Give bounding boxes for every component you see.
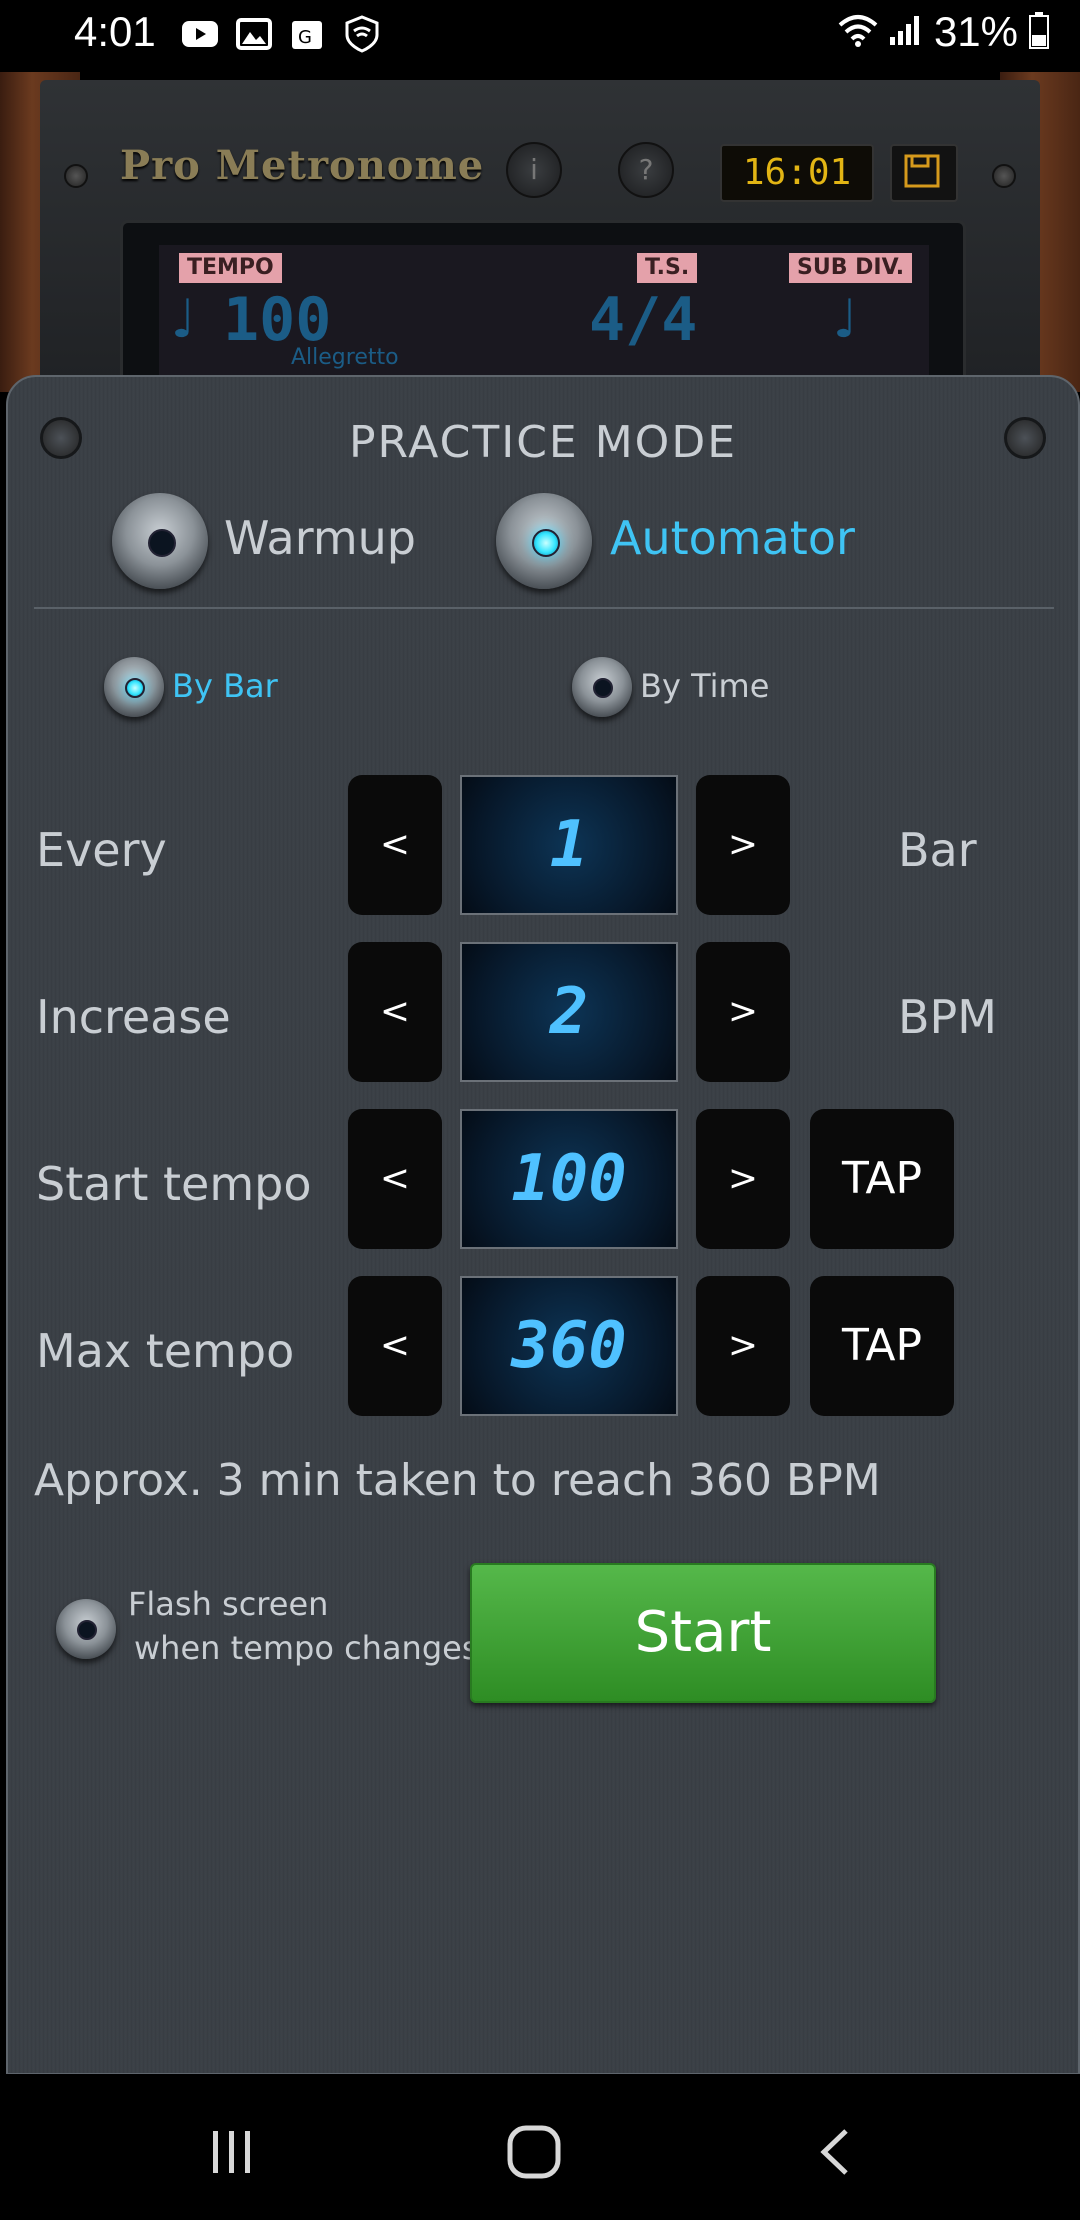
app-brand-logo: Pro Metronome [120, 142, 485, 189]
status-time: 4:01 [74, 8, 156, 55]
every-label: Every [36, 823, 167, 877]
increase-decrease-button[interactable]: < [348, 942, 442, 1082]
start-tempo-decrease-button[interactable]: < [348, 1109, 442, 1249]
increase-unit-label: BPM [898, 990, 997, 1044]
back-icon[interactable] [796, 2122, 876, 2182]
battery-icon [1028, 11, 1050, 53]
increase-label: Increase [36, 990, 231, 1044]
status-bar: 4:01 G 31% [0, 0, 1080, 72]
by-bar-radio-icon[interactable] [104, 657, 164, 717]
maps-icon: G [288, 14, 328, 54]
start-button[interactable]: Start [470, 1563, 936, 1703]
start-tempo-increase-button[interactable]: > [696, 1109, 790, 1249]
screw-icon [992, 164, 1016, 188]
warmup-knob-icon[interactable] [112, 493, 208, 589]
divider [34, 607, 1054, 609]
by-time-radio-icon[interactable] [572, 657, 632, 717]
save-button[interactable] [890, 144, 958, 202]
max-tempo-tap-button[interactable]: TAP [810, 1276, 954, 1416]
subdivision-tag: SUB DIV. [789, 253, 913, 283]
automator-knob-icon[interactable] [496, 493, 592, 589]
flash-screen-label[interactable]: Flash screen when tempo changes [128, 1582, 479, 1670]
youtube-icon [180, 14, 220, 54]
navigation-bar [0, 2074, 1080, 2220]
flash-screen-line1: Flash screen [128, 1585, 329, 1623]
practice-mode-title: PRACTICE MODE [348, 417, 737, 468]
approx-time-text: Approx. 3 min taken to reach 360 BPM [34, 1455, 881, 1506]
subdivision-note-icon: ♩ [827, 287, 861, 352]
every-unit-label: Bar [898, 823, 977, 877]
signal-icon [888, 13, 924, 51]
max-tempo-value-display: 360 [460, 1276, 678, 1416]
time-signature-tag: T.S. [637, 253, 698, 283]
by-time-label[interactable]: By Time [640, 667, 769, 705]
every-increase-button[interactable]: > [696, 775, 790, 915]
shield-wifi-icon [342, 14, 382, 54]
tempo-tag: TEMPO [179, 253, 282, 283]
every-value-display: 1 [460, 775, 678, 915]
max-tempo-label: Max tempo [36, 1324, 295, 1378]
max-tempo-increase-button[interactable]: > [696, 1276, 790, 1416]
increase-value-display: 2 [460, 942, 678, 1082]
start-tempo-label: Start tempo [36, 1157, 312, 1211]
tempo-name: Allegretto [291, 345, 399, 370]
by-bar-label[interactable]: By Bar [172, 667, 278, 705]
automator-label[interactable]: Automator [610, 511, 855, 565]
screw-icon [64, 164, 88, 188]
wifi-icon [838, 13, 878, 51]
svg-text:G: G [298, 27, 312, 48]
increase-increase-button[interactable]: > [696, 942, 790, 1082]
start-tempo-value-display: 100 [460, 1109, 678, 1249]
flash-screen-line2: when tempo changes [134, 1629, 479, 1667]
max-tempo-decrease-button[interactable]: < [348, 1276, 442, 1416]
recent-apps-icon[interactable] [192, 2122, 272, 2182]
time-signature-value: 4/4 [589, 285, 698, 355]
help-button[interactable]: ? [618, 142, 674, 198]
every-decrease-button[interactable]: < [348, 775, 442, 915]
warmup-label[interactable]: Warmup [224, 511, 416, 565]
home-icon[interactable] [494, 2122, 574, 2182]
info-button[interactable]: i [506, 142, 562, 198]
practice-mode-panel: PRACTICE MODE Warmup Automator By Bar By… [6, 375, 1080, 2075]
tempo-note-icon: ♩ [165, 287, 199, 352]
save-icon [904, 154, 940, 188]
battery-percent: 31% [933, 8, 1018, 55]
flash-screen-radio-icon[interactable] [56, 1599, 116, 1659]
clock-display: 16:01 [720, 144, 874, 202]
metronome-device: Pro Metronome i ? 16:01 TEMPO T.S. SUB D… [40, 80, 1040, 406]
start-tempo-tap-button[interactable]: TAP [810, 1109, 954, 1249]
gallery-icon [234, 14, 274, 54]
